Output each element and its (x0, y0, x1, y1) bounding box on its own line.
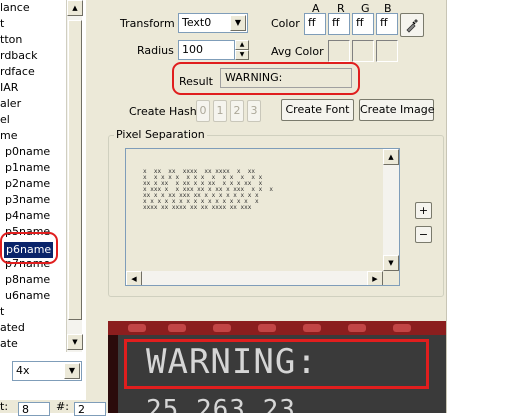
zoom-out-button[interactable]: − (415, 226, 432, 243)
tree-item-lance[interactable]: lance (0, 0, 30, 16)
avg-color-swatch-2 (352, 40, 374, 62)
element-tree[interactable]: lance t tton rdback rdface IAR aler el me p0name p… (0, 0, 70, 352)
preview-line-2: 25 263 23 (146, 395, 296, 413)
scroll-left-icon[interactable]: ◀ (126, 271, 142, 285)
tree-item-el[interactable]: el (0, 112, 10, 128)
color-r-input[interactable]: ff (328, 13, 350, 35)
zoom-in-button[interactable]: + (415, 202, 432, 219)
hash-button-0[interactable]: 0 (196, 100, 210, 122)
hash-button-3[interactable]: 3 (247, 100, 261, 122)
tree-item-t[interactable]: t (0, 304, 4, 320)
bottom-select-1[interactable]: 8 (18, 402, 50, 416)
scroll-down-icon[interactable]: ▼ (383, 255, 399, 271)
tree-item-p3name[interactable]: p3name (5, 192, 50, 208)
tree-item-me[interactable]: me (0, 128, 17, 144)
tree-item-t[interactable]: t (0, 16, 4, 32)
scroll-right-icon[interactable]: ▶ (367, 271, 383, 285)
scroll-up-icon[interactable]: ▲ (67, 0, 83, 16)
chevron-down-icon[interactable]: ▼ (230, 15, 246, 31)
scroll-thumb[interactable] (68, 20, 82, 320)
avg-color-swatch-1 (328, 40, 350, 62)
tree-item-ated[interactable]: ated (0, 320, 25, 336)
radius-value: 100 (182, 43, 203, 56)
preview-frame-top (108, 321, 446, 335)
zoom-select[interactable]: 4x ▼ (12, 361, 82, 381)
transform-label: Transform (120, 17, 175, 30)
tree-item-aler[interactable]: aler (0, 96, 21, 112)
hash-button-1[interactable]: 1 (213, 100, 227, 122)
eyedropper-button[interactable] (400, 13, 424, 37)
scroll-up-icon[interactable]: ▲ (383, 149, 399, 165)
transform-select[interactable]: Text0 ▼ (178, 13, 248, 33)
radius-input[interactable]: 100 (178, 40, 235, 60)
tree-item-iar[interactable]: IAR (0, 80, 18, 96)
right-margin (446, 0, 525, 413)
tree-item-p4name[interactable]: p4name (5, 208, 50, 224)
tree-scrollbar[interactable]: ▲ ▼ (66, 0, 83, 352)
panel-divider (446, 0, 447, 413)
avg-color-swatch-3 (376, 40, 398, 62)
bottom-select-2[interactable]: 2 (74, 402, 106, 416)
bottom-label-2: #: (56, 400, 69, 413)
color-label: Color (271, 17, 300, 30)
create-hash-label: Create Hash (129, 105, 197, 118)
eyedropper-icon (406, 19, 418, 33)
preview-highlight (124, 339, 429, 389)
tree-item-rdback[interactable]: rdback (0, 48, 37, 64)
tree-highlight (0, 232, 58, 264)
bottom-label-1: t: (0, 400, 9, 413)
pixel-separation-title: Pixel Separation (114, 128, 207, 141)
stepper-down-icon[interactable]: ▼ (235, 50, 249, 60)
color-g-input[interactable]: ff (352, 13, 374, 35)
tree-item-u6name[interactable]: u6name (5, 288, 50, 304)
radius-label: Radius (137, 44, 174, 57)
scroll-down-icon[interactable]: ▼ (67, 334, 83, 350)
canvas-hscroll[interactable]: ◀ ▶ (126, 271, 383, 285)
canvas-vscroll[interactable]: ▲ ▼ (383, 149, 399, 271)
tree-item-p0name[interactable]: p0name (5, 144, 50, 160)
avg-color-label: Avg Color (271, 45, 324, 58)
tree-item-p8name[interactable]: p8name (5, 272, 50, 288)
tree-item-rdface[interactable]: rdface (0, 64, 35, 80)
stepper-up-icon[interactable]: ▲ (235, 40, 249, 50)
zoom-value: 4x (16, 364, 30, 377)
create-font-button[interactable]: Create Font (281, 99, 354, 121)
tree-item-ate[interactable]: ate (0, 336, 18, 352)
color-a-input[interactable]: ff (304, 13, 326, 35)
color-b-input[interactable]: ff (376, 13, 398, 35)
result-highlight (172, 62, 360, 95)
radius-stepper[interactable]: ▲ ▼ (235, 40, 249, 60)
hash-button-2[interactable]: 2 (230, 100, 244, 122)
bottom-bar: t: 8 #: 2 (0, 400, 110, 416)
tree-item-tton[interactable]: tton (0, 32, 22, 48)
create-image-button[interactable]: Create Image (359, 99, 435, 121)
pixel-canvas[interactable]: x xx xx xxxx xx xxxx x xx x x x x x x x … (125, 148, 400, 286)
pixel-pattern: x xx xx xxxx xx xxxx x xx x x x x x x x … (143, 168, 274, 211)
chevron-down-icon[interactable]: ▼ (64, 363, 80, 379)
tree-item-p1name[interactable]: p1name (5, 160, 50, 176)
transform-value: Text0 (182, 16, 212, 29)
tree-item-p2name[interactable]: p2name (5, 176, 50, 192)
